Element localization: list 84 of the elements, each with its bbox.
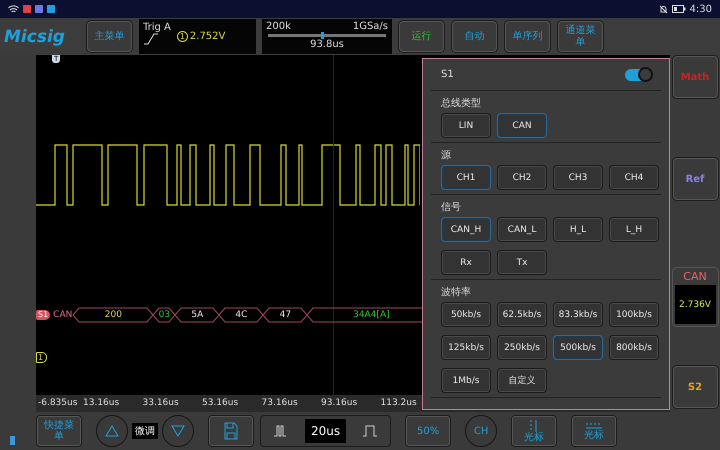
horizontal-cursor-button[interactable]: 光标 [571,415,618,447]
vertical-cursor-button[interactable]: 光标 [511,415,558,447]
option-button[interactable]: 500kb/s [553,335,603,360]
timebase-value: 20us [305,419,346,443]
option-button[interactable]: CAN_H [441,217,491,242]
trigger-level: 2.752V [190,31,226,42]
readout-value: 2.736V [674,285,716,324]
fine-tune-label: 微调 [132,423,158,439]
option-button[interactable]: CAN [497,113,547,138]
section-title: 源 [440,149,452,163]
trigger-title: Trig A [143,22,171,33]
wifi-icon [8,4,19,14]
rising-edge-icon [143,33,159,45]
fifty-percent-button[interactable]: 50% [405,415,452,447]
down-triangle-icon [171,425,185,437]
battery-icon [672,5,686,13]
option-button[interactable]: 1Mb/s [441,368,491,393]
time-label: -6.835us [38,397,78,410]
save-icon [224,422,238,440]
option-button[interactable]: CH1 [441,165,491,190]
side-button[interactable]: S2 [672,365,718,409]
battery-icon [10,436,15,445]
option-button[interactable]: CH4 [609,165,659,190]
decoded-packet: 200 [72,307,154,323]
up-button[interactable] [96,415,128,447]
decoded-packet: 5A [174,307,220,323]
decoded-packet: 03 [152,307,176,323]
readout-label: CAN [683,270,707,283]
section-title: 信号 [440,201,462,215]
toolbar-button[interactable]: 运行 [398,20,445,53]
time-label: 93.16us [321,397,358,410]
narrow-pulse-icon [273,425,289,437]
time-label: 113.2us [380,397,418,410]
toolbar-button[interactable]: 单序列 [504,20,551,53]
time-label: 73.16us [262,397,299,410]
bus-label: CAN [53,310,72,320]
option-button[interactable]: L_H [609,217,659,242]
toolbar-button[interactable]: 通道菜单 [557,20,604,53]
decode-bus-marker[interactable]: S1 [36,310,50,320]
sample-rate: 1GSa/s [352,21,388,32]
decoded-packet: 4C [218,307,264,323]
up-triangle-icon [105,425,119,437]
section-title: 波特率 [440,286,472,300]
option-button[interactable]: LIN [441,113,491,138]
option-button[interactable]: 62.5kb/s [497,302,547,327]
option-button[interactable]: CH3 [553,165,603,190]
notifications-off-icon [658,4,668,14]
clock-time: 4:30 [690,4,712,14]
time-label: 33.16us [142,397,180,410]
down-button[interactable] [162,415,194,447]
section-title: 总线类型 [440,96,482,111]
timebase-panel[interactable]: 200k 1GSa/s 93.8us [262,19,392,54]
position-handle[interactable] [321,32,324,39]
wide-pulse-icon [362,425,378,437]
decoded-packet: 47 [262,307,308,323]
option-button[interactable]: 自定义 [497,368,547,393]
option-button[interactable]: H_L [553,217,603,242]
toolbar-button[interactable]: 自动 [451,20,498,53]
option-button[interactable]: 800kb/s [609,335,659,360]
main-menu-button[interactable]: 主菜单 [86,20,133,53]
option-button[interactable]: CH2 [497,165,547,190]
option-button[interactable]: Rx [441,250,491,275]
bus-toggle[interactable] [625,68,651,80]
save-button[interactable] [208,415,254,447]
time-label: 53.16us [202,397,240,410]
channel-readout[interactable]: CAN 2.736V [672,267,718,327]
channel-button[interactable]: CH [465,415,498,447]
option-button[interactable]: 125kb/s [441,335,491,360]
brand-logo: Micsig [4,26,66,46]
trigger-channel-badge: 1 [176,31,188,42]
memory-depth: 200k [266,21,291,32]
option-button[interactable]: 83.3kb/s [553,302,603,327]
channel-marker[interactable]: 1 [36,352,48,363]
option-button[interactable]: Tx [497,250,547,275]
option-button[interactable]: 250kb/s [497,335,547,360]
option-button[interactable]: 100kb/s [609,302,659,327]
option-button[interactable]: 50kb/s [441,302,491,327]
panel-title: S1 [441,69,454,80]
horizontal-cursor-icon [586,422,602,430]
trigger-panel[interactable]: Trig A 1 2.752V [139,19,256,54]
option-button[interactable]: CAN_L [497,217,547,242]
quick-menu-button[interactable]: 快捷菜单 [36,415,82,447]
delay-time: 93.8us [310,39,344,50]
time-label: 13.16us [83,397,120,410]
